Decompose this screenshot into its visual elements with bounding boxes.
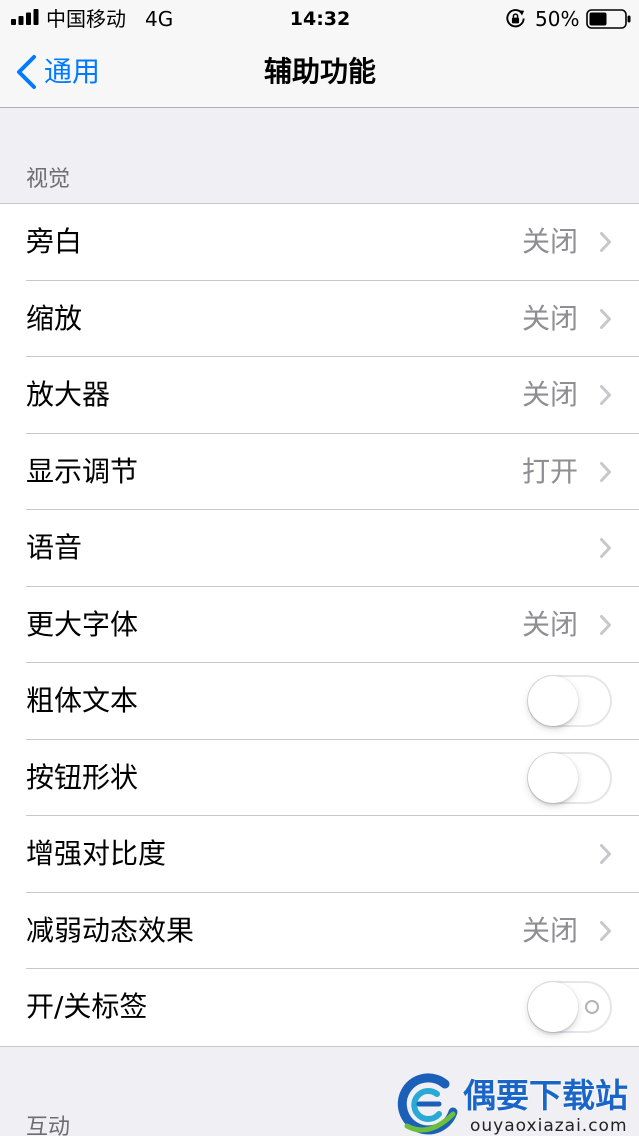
row-speech[interactable]: 语音 <box>0 510 639 587</box>
carrier-name: 中国移动 <box>46 7 126 31</box>
row-label: 语音 <box>26 531 83 564</box>
page-title: 辅助功能 <box>263 55 376 88</box>
row-label: 缩放 <box>26 301 83 335</box>
off-label-circle-icon <box>585 1000 599 1014</box>
row-value: 关闭 <box>521 607 578 641</box>
row-button-shapes: 按钮形状 <box>0 740 639 817</box>
rotation-lock-icon <box>506 9 525 28</box>
row-magnifier[interactable]: 放大器 关闭 <box>0 357 639 434</box>
row-value: 关闭 <box>521 378 578 411</box>
signal-bars-icon <box>11 9 39 25</box>
row-label: 更大字体 <box>26 607 139 641</box>
signal-bar <box>26 12 31 25</box>
row-label: 开/关标签 <box>26 990 148 1023</box>
network-type: 4G <box>145 7 174 31</box>
chevron-left-icon <box>17 55 36 89</box>
row-increase-contrast[interactable]: 增强对比度 <box>0 816 639 893</box>
battery-fill <box>589 12 607 26</box>
chevron-right-icon <box>600 920 611 941</box>
on-off-labels-switch[interactable] <box>527 981 612 1033</box>
button-shapes-switch[interactable] <box>527 751 612 804</box>
chevron-right-icon <box>600 385 611 405</box>
chevron-right-icon <box>600 308 611 329</box>
row-value: 关闭 <box>521 225 578 258</box>
section-header-interaction: 互动 <box>26 1115 71 1136</box>
row-voiceover[interactable]: 旁白 关闭 <box>0 204 639 281</box>
row-zoom[interactable]: 缩放 关闭 <box>0 281 639 358</box>
chevron-right-icon <box>600 614 611 635</box>
top-bar: 中国移动 4G 14:32 50% 通用 辅助功能 <box>0 0 639 108</box>
bold-text-switch[interactable] <box>527 675 612 727</box>
row-label: 旁白 <box>26 225 83 258</box>
back-button[interactable]: 通用 <box>10 50 106 94</box>
settings-group-vision: 旁白 关闭 缩放 关闭 放大器 关闭 显示调节 打开 语音 更大字体 关闭 粗体… <box>0 203 639 1047</box>
row-value: 关闭 <box>521 913 578 947</box>
chevron-right-icon <box>600 844 611 864</box>
back-label: 通用 <box>44 55 101 88</box>
row-label: 减弱动态效果 <box>26 913 195 947</box>
row-on-off-labels: 开/关标签 <box>0 969 639 1046</box>
signal-bar <box>18 16 24 25</box>
chevron-right-icon <box>600 461 611 482</box>
row-value: 关闭 <box>521 301 578 335</box>
switch-knob[interactable] <box>528 752 578 803</box>
ouyao-logo-icon <box>397 1073 458 1135</box>
row-label: 显示调节 <box>26 454 139 488</box>
row-value: 打开 <box>521 454 578 488</box>
row-reduce-motion[interactable]: 减弱动态效果 关闭 <box>0 893 639 970</box>
watermark: 偶要下载站 ouyaoxiazai.com <box>393 1072 633 1136</box>
switch-knob[interactable] <box>528 982 578 1032</box>
battery-icon <box>586 9 631 29</box>
row-label: 粗体文本 <box>26 684 139 717</box>
row-label: 按钮形状 <box>26 760 139 794</box>
watermark-name: 偶要下载站 <box>463 1076 628 1115</box>
watermark-domain: ouyaoxiazai.com <box>470 1116 628 1136</box>
chevron-right-icon <box>600 232 611 252</box>
row-display-accommodations[interactable]: 显示调节 打开 <box>0 434 639 511</box>
row-label: 放大器 <box>26 378 111 411</box>
row-larger-text[interactable]: 更大字体 关闭 <box>0 587 639 664</box>
battery-percentage: 50% <box>535 7 580 31</box>
switch-knob[interactable] <box>528 676 578 726</box>
row-label: 增强对比度 <box>26 837 167 870</box>
status-time: 14:32 <box>289 8 351 30</box>
section-header-vision: 视觉 <box>26 167 71 192</box>
signal-bar <box>33 9 39 25</box>
row-bold-text: 粗体文本 <box>0 663 639 740</box>
signal-bar <box>11 19 16 25</box>
chevron-right-icon <box>600 538 611 558</box>
